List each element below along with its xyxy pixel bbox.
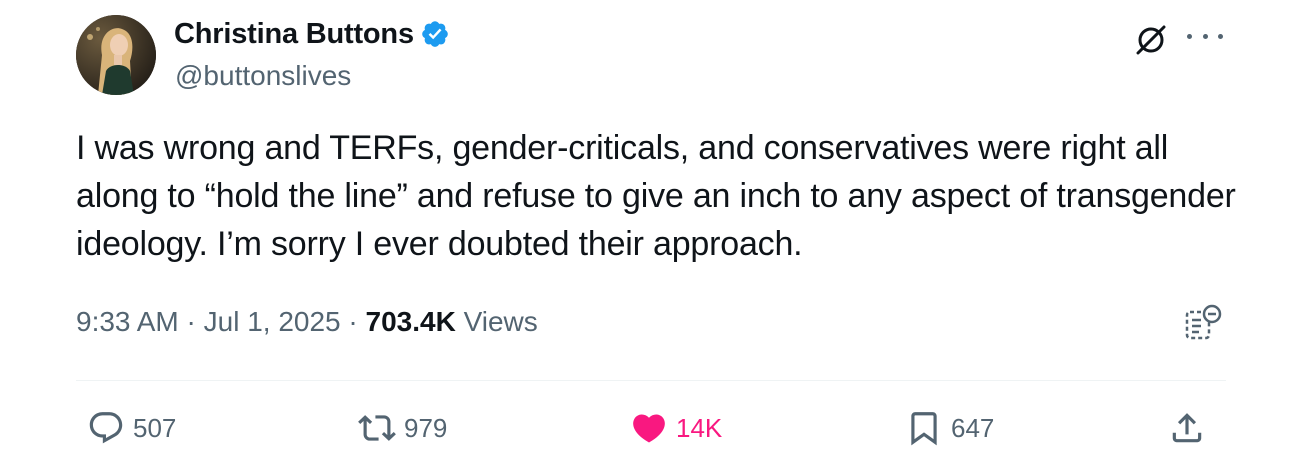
grok-icon[interactable] <box>1134 23 1168 57</box>
author-handle[interactable]: @buttonslives <box>175 58 351 94</box>
reply-button[interactable]: 507 <box>87 406 176 450</box>
heart-icon <box>633 414 665 443</box>
tweet-time[interactable]: 9:33 AM <box>76 306 179 337</box>
bookmark-button[interactable]: 647 <box>905 406 994 450</box>
retweet-icon <box>358 415 396 441</box>
reply-count: 507 <box>133 412 177 443</box>
retweet-button[interactable]: 979 <box>358 406 447 450</box>
avatar[interactable] <box>76 15 156 95</box>
share-button[interactable] <box>1168 406 1206 450</box>
retweet-count: 979 <box>404 412 448 443</box>
author-name-row: Christina Buttons <box>174 16 450 52</box>
bookmark-count: 647 <box>951 412 995 443</box>
tweet-card: Christina Buttons @buttonslives I was wr… <box>0 0 1300 452</box>
bookmark-icon <box>911 412 937 446</box>
author-display-name[interactable]: Christina Buttons <box>174 16 414 52</box>
views-count: 703.4K <box>365 306 456 337</box>
divider <box>76 380 1226 381</box>
tweet-meta: 9:33 AM · Jul 1, 2025 · 703.4K Views <box>76 302 538 342</box>
like-button[interactable]: 14K <box>630 406 722 450</box>
reply-icon <box>89 412 123 444</box>
views-label: Views <box>463 306 538 337</box>
verified-badge-icon[interactable] <box>420 19 450 49</box>
share-icon <box>1172 413 1202 443</box>
more-icon[interactable] <box>1187 24 1223 48</box>
analytics-icon[interactable] <box>1183 302 1223 342</box>
tweet-text: I was wrong and TERFs, gender-criticals,… <box>76 129 1236 263</box>
like-count: 14K <box>676 412 723 443</box>
tweet-date[interactable]: Jul 1, 2025 <box>204 306 341 337</box>
meta-separator: · <box>186 306 196 337</box>
meta-separator: · <box>348 306 358 337</box>
